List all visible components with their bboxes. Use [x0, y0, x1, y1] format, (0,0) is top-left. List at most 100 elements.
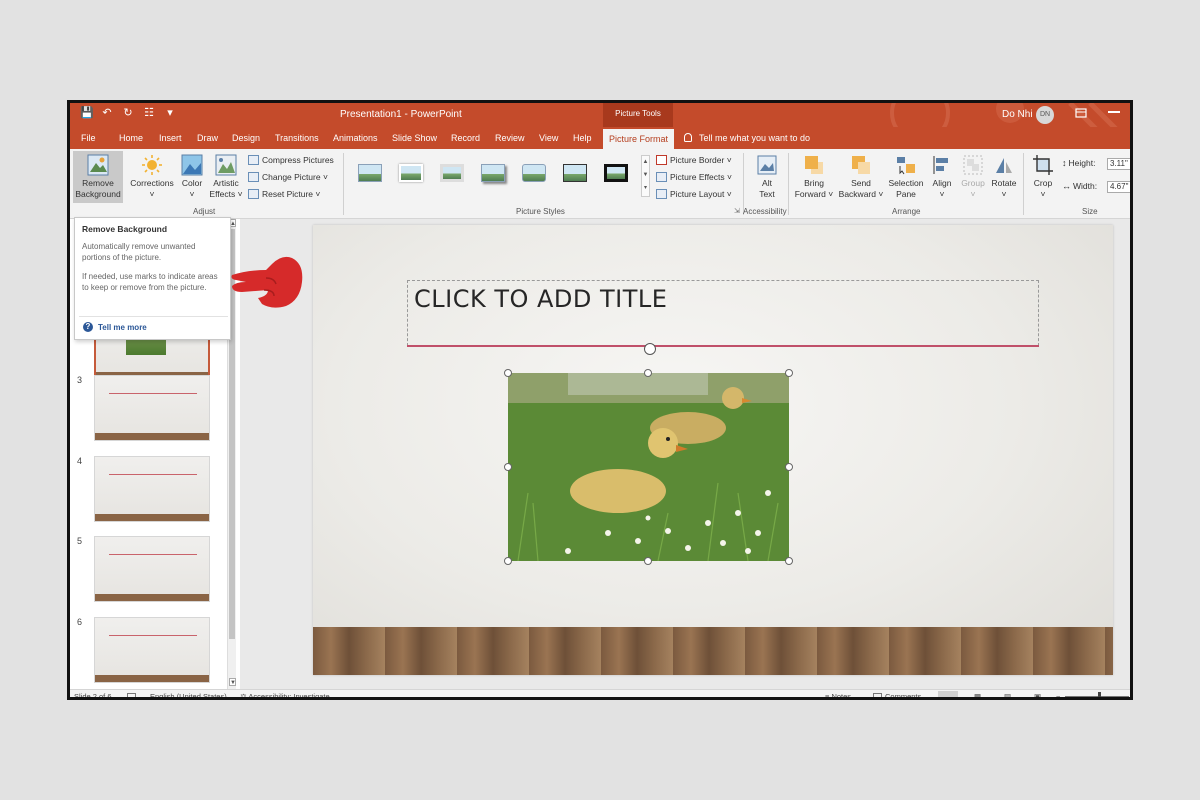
tab-review[interactable]: Review — [495, 133, 525, 143]
rotate-button[interactable]: Rotate ˅ — [989, 154, 1019, 200]
redo-icon[interactable]: ↻ — [122, 107, 134, 119]
picture-style-1[interactable] — [355, 161, 385, 185]
selection-pane-button[interactable]: Selection Pane — [886, 154, 926, 200]
undo-icon[interactable]: ↶ — [101, 107, 113, 119]
slide-show-icon[interactable]: ▣ — [1034, 692, 1041, 697]
tab-picture-format[interactable]: Picture Format — [603, 129, 675, 149]
picture-styles-group-label: Picture Styles — [516, 207, 565, 216]
picture-effects-button[interactable]: Picture Effects ˅ — [656, 172, 732, 182]
tell-me-more-link[interactable]: ? Tell me more — [83, 322, 147, 332]
height-label: Height: — [1068, 158, 1096, 168]
remove-background-icon — [87, 154, 109, 176]
tab-design[interactable]: Design — [232, 133, 260, 143]
picture-style-4[interactable] — [478, 161, 508, 185]
spellcheck-icon[interactable] — [127, 692, 139, 697]
slide-sorter-icon[interactable]: ▦ — [974, 692, 981, 697]
thumbnail-floor — [95, 433, 209, 440]
resize-handle-tl[interactable] — [504, 369, 512, 377]
bring-forward-button[interactable]: Bring Forward ˅ — [794, 154, 834, 200]
slide-thumbnail-5[interactable] — [94, 536, 210, 602]
picture-style-5[interactable] — [519, 161, 549, 185]
picture-style-2[interactable] — [396, 161, 426, 185]
chevron-down-icon: ˅ — [878, 189, 884, 199]
save-icon[interactable]: 💾 — [80, 107, 94, 119]
compress-pictures-button[interactable]: Compress Pictures — [248, 155, 334, 165]
thumbnail-line — [109, 635, 197, 636]
language[interactable]: English (United States) — [150, 692, 227, 697]
height-input[interactable]: 3.11" — [1107, 158, 1130, 170]
zoom-slider-knob[interactable] — [1098, 692, 1101, 697]
window-title: Presentation1 - PowerPoint — [340, 109, 462, 120]
tab-draw[interactable]: Draw — [197, 133, 218, 143]
reading-view-icon[interactable]: ▤ — [1004, 692, 1011, 697]
zoom-out-icon[interactable]: − — [1056, 692, 1060, 697]
align-button[interactable]: Align ˅ — [927, 154, 957, 200]
picture-style-3[interactable] — [437, 161, 467, 185]
rotate-handle[interactable] — [644, 343, 656, 355]
resize-handle-b[interactable] — [644, 557, 652, 565]
ribbon-display-options-icon[interactable] — [1075, 107, 1087, 119]
start-from-beginning-icon[interactable]: ☷ — [143, 107, 155, 119]
resize-handle-l[interactable] — [504, 463, 512, 471]
divider — [788, 153, 789, 215]
remove-background-button[interactable]: Remove Background — [73, 151, 123, 203]
selected-picture[interactable] — [508, 373, 789, 561]
accessibility-status[interactable]: ⚖ Accessibility: Investigate — [240, 692, 330, 697]
scroll-down-icon[interactable]: ▼ — [229, 678, 236, 686]
tab-insert[interactable]: Insert — [159, 133, 182, 143]
tab-help[interactable]: Help — [573, 133, 592, 143]
customize-qat-icon[interactable]: ▾ — [164, 107, 176, 119]
resize-handle-t[interactable] — [644, 369, 652, 377]
resize-handle-bl[interactable] — [504, 557, 512, 565]
color-button[interactable]: Color ˅ — [177, 154, 207, 200]
tell-me-search[interactable]: Tell me what you want to do — [684, 133, 810, 143]
thumbnail-line — [109, 474, 197, 475]
comments-button[interactable]: Comments — [873, 692, 921, 697]
reset-picture-button[interactable]: Reset Picture ˅ — [248, 189, 320, 199]
slide-canvas[interactable]: CLICK TO ADD TITLE — [313, 225, 1113, 675]
crop-label: Crop — [1033, 178, 1053, 188]
resize-handle-tr[interactable] — [785, 369, 793, 377]
selection-label-2: Pane — [896, 189, 916, 199]
tab-home[interactable]: Home — [119, 133, 143, 143]
resize-handle-r[interactable] — [785, 463, 793, 471]
crop-button[interactable]: Crop ˅ — [1028, 154, 1058, 200]
corrections-button[interactable]: Corrections ˅ — [128, 154, 176, 200]
tab-file[interactable]: File — [81, 133, 96, 143]
picture-style-6[interactable] — [560, 161, 590, 185]
user-name[interactable]: Do Nhi — [1002, 109, 1033, 120]
minimize-icon[interactable] — [1108, 111, 1120, 113]
tab-record[interactable]: Record — [451, 133, 480, 143]
resize-handle-br[interactable] — [785, 557, 793, 565]
slide-thumbnail-6[interactable] — [94, 617, 210, 683]
reset-picture-icon — [248, 189, 259, 199]
picture-style-7[interactable] — [601, 161, 631, 185]
group-button[interactable]: Group ˅ — [958, 154, 988, 200]
slide-thumbnail-4[interactable] — [94, 456, 210, 522]
tab-view[interactable]: View — [539, 133, 558, 143]
artistic-effects-button[interactable]: Artistic Effects ˅ — [208, 154, 244, 200]
change-picture-icon — [248, 172, 259, 182]
slide-number: 4 — [77, 456, 83, 466]
dialog-launcher-icon[interactable]: ⇲ — [734, 207, 740, 215]
picture-border-button[interactable]: Picture Border ˅ — [656, 155, 732, 165]
notes-button[interactable]: ≡ Notes — [825, 692, 851, 697]
title-bar: 💾 ↶ ↻ ☷ ▾ Presentation1 - PowerPoint Pic… — [70, 103, 1130, 145]
picture-layout-button[interactable]: Picture Layout ˅ — [656, 189, 732, 199]
width-input[interactable]: 4.67" — [1107, 181, 1130, 193]
send-backward-button[interactable]: Send Backward ˅ — [837, 154, 885, 200]
group-icon — [963, 155, 983, 175]
title-placeholder[interactable]: CLICK TO ADD TITLE — [407, 280, 1039, 346]
artistic-label-2: Effects — [209, 189, 236, 199]
normal-view-button[interactable] — [938, 691, 958, 697]
styles-gallery-scroll[interactable]: ▲ ▼ ▾ — [641, 155, 650, 197]
alt-text-button[interactable]: Alt Text — [750, 154, 784, 200]
tab-animations[interactable]: Animations — [333, 133, 378, 143]
change-picture-button[interactable]: Change Picture ˅ — [248, 172, 328, 182]
slide-thumbnail-3[interactable] — [94, 375, 210, 441]
avatar[interactable]: DN — [1036, 106, 1054, 124]
group-label: Group — [961, 178, 985, 188]
tab-slide-show[interactable]: Slide Show — [392, 133, 437, 143]
tab-transitions[interactable]: Transitions — [275, 133, 319, 143]
zoom-slider[interactable] — [1065, 696, 1129, 697]
